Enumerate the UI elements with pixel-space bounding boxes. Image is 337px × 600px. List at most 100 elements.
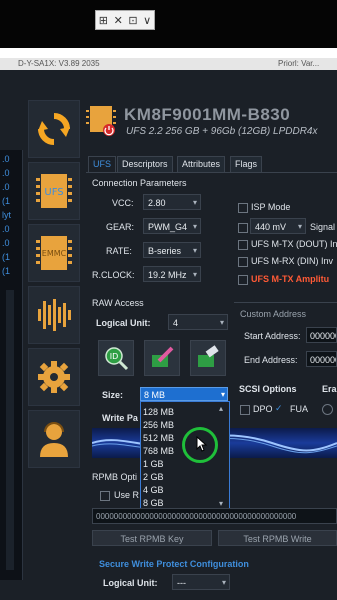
- custom-address-heading: Custom Address: [240, 309, 307, 319]
- size-select[interactable]: 8 MB ▾: [140, 387, 228, 401]
- isp-mode-label: ISP Mode: [251, 202, 291, 212]
- tree-item[interactable]: .0: [2, 154, 10, 164]
- vcc-select[interactable]: 2.80 ▾: [143, 194, 201, 210]
- tab-descriptors[interactable]: Descriptors: [117, 156, 173, 173]
- window-controls[interactable]: ⊞ ✕ ⊡ ∨: [95, 10, 155, 30]
- emmc-chip-icon: EMMC: [36, 236, 72, 270]
- sidebar-item-settings[interactable]: [28, 348, 80, 406]
- swp-logical-unit-select[interactable]: --- ▾: [172, 574, 230, 590]
- end-address-label: End Address:: [244, 355, 298, 365]
- identify-button[interactable]: ID: [98, 340, 134, 376]
- tab-attributes[interactable]: Attributes: [177, 156, 226, 173]
- signal-label: Signal: [310, 222, 336, 232]
- rclock-select[interactable]: 19.2 MHz ▾: [143, 266, 201, 282]
- size-option[interactable]: 768 MB: [143, 446, 174, 456]
- voltage-select[interactable]: 440 mV ▾: [250, 218, 306, 234]
- tab-ufs[interactable]: UFS: [88, 156, 116, 173]
- size-label: Size:: [102, 390, 124, 400]
- identify-icon: ID: [105, 347, 129, 371]
- tree-item[interactable]: .0: [2, 182, 10, 192]
- size-option[interactable]: 128 MB: [143, 407, 174, 417]
- tree-panel[interactable]: .0 .0 .0 (1 lyt .0 .0 (1 (1: [0, 150, 23, 580]
- start-address-input[interactable]: 000000: [306, 327, 337, 343]
- write-button[interactable]: [144, 340, 180, 376]
- erase-button[interactable]: [190, 340, 226, 376]
- test-rpmb-write-button[interactable]: Test RPMB Write: [218, 530, 337, 546]
- isp-mode-checkbox[interactable]: [238, 203, 248, 213]
- use-rpmb-checkbox[interactable]: [100, 491, 110, 501]
- rpmb-key-input[interactable]: 0000000000000000000000000000000000000000…: [92, 508, 337, 524]
- mtx-invert-checkbox[interactable]: [238, 240, 248, 250]
- device-chip-icon: [86, 106, 116, 136]
- swp-logical-unit-label: Logical Unit:: [103, 578, 158, 588]
- connection-heading: Connection Parameters: [92, 178, 187, 188]
- test-rpmb-key-button[interactable]: Test RPMB Key: [92, 530, 212, 546]
- user-support-icon: [40, 422, 68, 457]
- size-option[interactable]: 2 GB: [143, 472, 164, 482]
- gear-select[interactable]: PWM_G4 ▾: [143, 218, 201, 234]
- rate-label: RATE:: [106, 246, 132, 256]
- erase-radio[interactable]: [322, 404, 333, 415]
- logical-unit-select[interactable]: 4 ▾: [168, 314, 228, 330]
- fua-label: FUA: [290, 404, 308, 414]
- window-control-icon[interactable]: ⊞: [99, 14, 108, 27]
- swp-logical-unit-value: ---: [177, 578, 186, 588]
- rate-value: B-series: [148, 246, 182, 256]
- top-black-band: [0, 0, 337, 48]
- vcc-label: VCC:: [112, 198, 134, 208]
- tree-scrollbar[interactable]: [6, 290, 14, 570]
- mrx-invert-checkbox[interactable]: [238, 257, 248, 267]
- write-pattern-label: Write Pa: [102, 413, 138, 423]
- chevron-down-icon: ▾: [219, 318, 224, 327]
- sidebar-item-waveform[interactable]: [28, 286, 80, 344]
- sidebar-item-support[interactable]: [28, 410, 80, 468]
- tree-item[interactable]: (1: [2, 252, 10, 262]
- chevron-down-icon: ▾: [221, 578, 226, 587]
- logical-unit-label: Logical Unit:: [96, 318, 151, 328]
- tab-flags[interactable]: Flags: [230, 156, 263, 173]
- tree-item[interactable]: .0: [2, 168, 10, 178]
- tab-label[interactable]: D-Y-SA1X: V3.89 2035: [18, 59, 100, 68]
- sidebar-item-ufs[interactable]: UFS: [28, 162, 80, 220]
- scroll-down-icon[interactable]: ▾: [219, 499, 223, 508]
- size-option[interactable]: 256 MB: [143, 420, 174, 430]
- tree-item[interactable]: .0: [2, 238, 10, 248]
- close-icon[interactable]: ✕: [114, 14, 123, 27]
- tree-item[interactable]: .0: [2, 224, 10, 234]
- refresh-icon: [38, 113, 70, 145]
- tree-item[interactable]: lyt: [2, 210, 11, 220]
- rpmb-heading: RPMB Opti: [92, 472, 138, 482]
- scsi-options-heading: SCSI Options: [239, 384, 297, 394]
- refresh-button[interactable]: [28, 100, 80, 158]
- tree-item[interactable]: (1: [2, 196, 10, 206]
- size-option[interactable]: 512 MB: [143, 433, 174, 443]
- chevron-down-icon[interactable]: ∨: [143, 14, 151, 27]
- tree-item[interactable]: (1: [2, 266, 10, 276]
- erase-heading: Era: [322, 384, 337, 394]
- tab-label[interactable]: Priorl: Var...: [278, 59, 319, 68]
- mtx-amplitude-checkbox[interactable]: [238, 275, 248, 285]
- size-option[interactable]: 8 GB: [143, 498, 164, 508]
- window-control-icon[interactable]: ⊡: [128, 14, 137, 27]
- dpo-label: DPO: [253, 404, 273, 414]
- sidebar-item-emmc[interactable]: EMMC: [28, 224, 80, 282]
- mrx-invert-label: UFS M-RX (DIN) Inv: [251, 256, 333, 266]
- chevron-down-icon: ▾: [192, 270, 197, 279]
- start-address-label: Start Address:: [244, 331, 301, 341]
- title-strip: [0, 48, 337, 58]
- scroll-up-icon[interactable]: ▴: [219, 404, 223, 413]
- end-address-input[interactable]: 000000: [306, 351, 337, 367]
- use-rpmb-label: Use R: [114, 490, 140, 500]
- custom-address-divider: [234, 302, 337, 303]
- size-option[interactable]: 1 GB: [143, 459, 164, 469]
- chevron-down-icon: ▾: [192, 198, 197, 207]
- device-subtitle: UFS 2.2 256 GB + 96Gb (12GB) LPDDR4x: [126, 126, 318, 137]
- vcc-value: 2.80: [148, 198, 166, 208]
- chevron-down-icon: ▾: [297, 222, 302, 231]
- rate-select[interactable]: B-series ▾: [143, 242, 201, 258]
- device-title: KM8F9001MM-B830: [124, 105, 291, 124]
- dpo-checkbox[interactable]: [240, 405, 250, 415]
- signal-checkbox[interactable]: [238, 223, 248, 233]
- size-option[interactable]: 4 GB: [143, 485, 164, 495]
- gear-icon: [38, 361, 70, 393]
